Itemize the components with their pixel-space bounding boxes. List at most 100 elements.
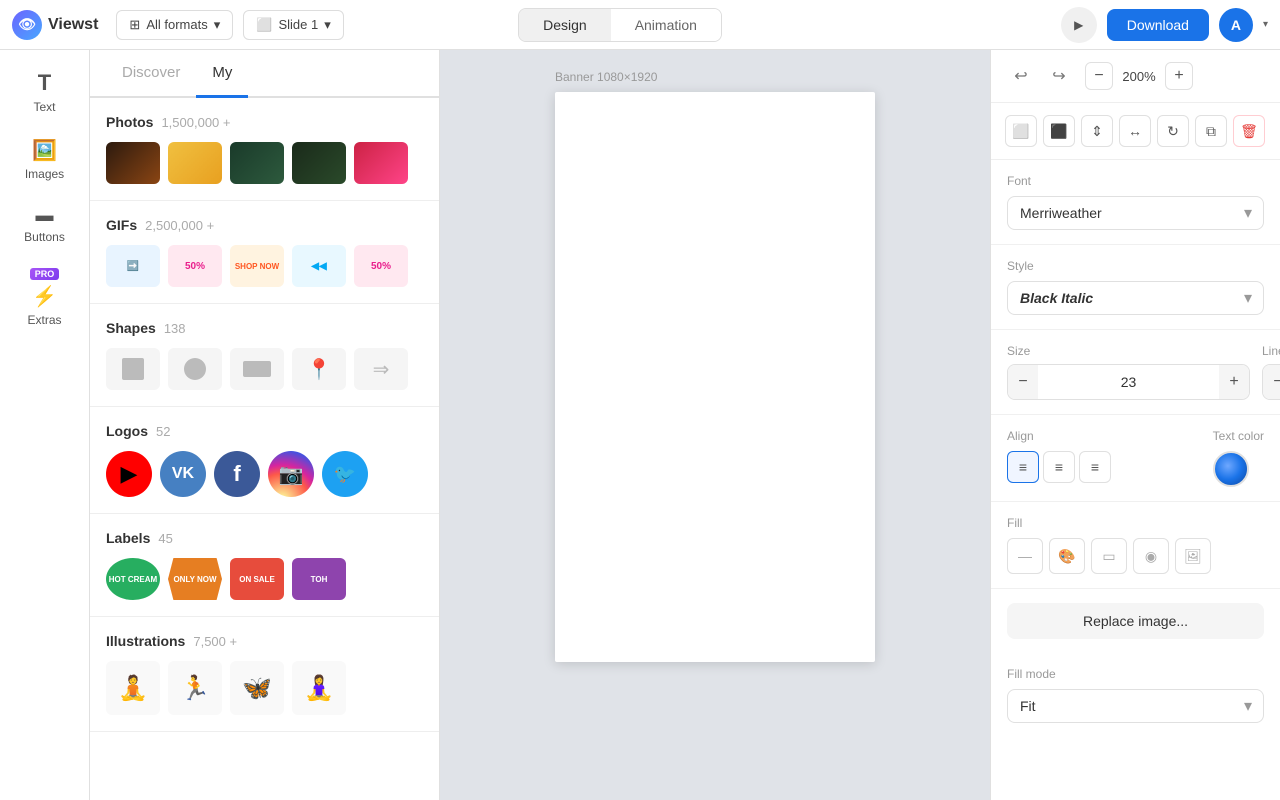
copy-button[interactable]: ⧉ <box>1195 115 1227 147</box>
zoom-in-button[interactable]: + <box>1165 62 1193 90</box>
fill-gradient-button[interactable]: ▭ <box>1091 538 1127 574</box>
illus-thumb-2[interactable]: 🏃 <box>168 661 222 715</box>
label-thumb-1[interactable]: HOT CREAM <box>106 558 160 600</box>
photo-thumb-1[interactable] <box>106 142 160 184</box>
logo-twitter[interactable]: 🐦 <box>322 451 368 497</box>
tab-my[interactable]: My <box>196 50 248 98</box>
illus-thumb-1[interactable]: 🧘 <box>106 661 160 715</box>
gif-thumb-5[interactable]: 50% <box>354 245 408 287</box>
line-height-group: Line height − + <box>1262 344 1280 400</box>
align-color-section: Align ≡ ≡ ≡ Text color <box>991 415 1280 502</box>
text-color-picker[interactable] <box>1213 451 1249 487</box>
gif-thumb-4[interactable]: ◀◀ <box>292 245 346 287</box>
user-menu-chevron[interactable]: ▾ <box>1263 19 1268 30</box>
font-label: Font <box>1007 174 1264 188</box>
play-button[interactable]: ▶ <box>1061 7 1097 43</box>
illustrations-thumbs: 🧘 🏃 🦋 🧘‍♀️ <box>106 661 423 715</box>
shapes-section: Shapes 138 📍 ⇒ <box>90 304 439 407</box>
align-button[interactable]: ⇕ <box>1081 115 1113 147</box>
photo-thumb-5[interactable] <box>354 142 408 184</box>
size-minus-button[interactable]: − <box>1008 365 1038 399</box>
sidebar-item-buttons[interactable]: ▬ Buttons <box>7 195 83 254</box>
photo-thumb-4[interactable] <box>292 142 346 184</box>
text-color-group: Text color <box>1213 429 1264 487</box>
gifs-title: GIFs <box>106 217 137 233</box>
fill-mode-section: Fill mode Fit Fill Stretch Tile <box>991 653 1280 737</box>
tab-design[interactable]: Design <box>519 9 611 41</box>
size-group: Size − + <box>1007 344 1250 400</box>
grid-icon: ⊞ <box>129 17 140 33</box>
images-icon: 🖼️ <box>32 138 57 163</box>
illustrations-title: Illustrations <box>106 633 185 649</box>
label-thumb-4[interactable]: ТОН <box>292 558 346 600</box>
fill-radial-button[interactable]: ◉ <box>1133 538 1169 574</box>
illus-thumb-3[interactable]: 🦋 <box>230 661 284 715</box>
logos-header: Logos 52 <box>106 423 423 439</box>
align-group: Align ≡ ≡ ≡ <box>1007 429 1201 483</box>
sidebar-item-text[interactable]: T Text <box>7 60 83 124</box>
gifs-header: GIFs 2,500,000 + <box>106 217 423 233</box>
align-left-button[interactable]: ≡ <box>1007 451 1039 483</box>
fill-mode-select[interactable]: Fit Fill Stretch Tile <box>1007 689 1264 723</box>
shape-arrow[interactable]: ⇒ <box>354 348 408 390</box>
gif-thumb-2[interactable]: 50% <box>168 245 222 287</box>
logo-facebook[interactable]: f <box>214 451 260 497</box>
sidebar-item-images[interactable]: 🖼️ Images <box>7 128 83 191</box>
slide-button[interactable]: ⬜ Slide 1 ▾ <box>243 10 343 40</box>
pro-badge: PRO <box>30 268 60 280</box>
illus-thumb-4[interactable]: 🧘‍♀️ <box>292 661 346 715</box>
logo-youtube[interactable]: ▶ <box>106 451 152 497</box>
undo-button[interactable]: ↩ <box>1005 60 1037 92</box>
flip-button[interactable]: ↔ <box>1119 115 1151 147</box>
logo-vk[interactable]: VK <box>160 451 206 497</box>
shape-pin[interactable]: 📍 <box>292 348 346 390</box>
size-line-row: Size − + Line height − + <box>1007 344 1264 400</box>
assets-panel: Discover My Photos 1,500,000 + GIFs 2,50… <box>90 50 440 800</box>
replace-image-button[interactable]: Replace image... <box>1007 603 1264 639</box>
illustrations-section: Illustrations 7,500 + 🧘 🏃 🦋 🧘‍♀️ <box>90 617 439 732</box>
align-center-button[interactable]: ≡ <box>1043 451 1075 483</box>
size-section: Size − + Line height − + <box>991 330 1280 415</box>
shapes-header: Shapes 138 <box>106 320 423 336</box>
fill-none-button[interactable]: — <box>1007 538 1043 574</box>
fill-color-button[interactable]: 🎨 <box>1049 538 1085 574</box>
sidebar-item-extras[interactable]: PRO ⚡ Extras <box>7 258 83 337</box>
font-select[interactable]: Merriweather Arial Georgia <box>1007 196 1264 230</box>
download-button[interactable]: Download <box>1107 9 1209 41</box>
label-thumb-3[interactable]: ON SALE <box>230 558 284 600</box>
logo-icon: 👁 <box>12 10 42 40</box>
user-avatar[interactable]: A <box>1219 8 1253 42</box>
fill-mode-label: Fill mode <box>1007 667 1264 681</box>
zoom-value: 200% <box>1119 69 1159 84</box>
shape-circle[interactable] <box>168 348 222 390</box>
gif-thumb-3[interactable]: SHOP NOW <box>230 245 284 287</box>
fill-image-button[interactable]: 🖼 <box>1175 538 1211 574</box>
style-select[interactable]: Black Italic Regular Bold Italic <box>1007 281 1264 315</box>
topbar: 👁 Viewst ⊞ All formats ▾ ⬜ Slide 1 ▾ Des… <box>0 0 1280 50</box>
photo-thumb-2[interactable] <box>168 142 222 184</box>
gif-thumb-1[interactable]: ➡️ <box>106 245 160 287</box>
zoom-out-button[interactable]: − <box>1085 62 1113 90</box>
move-back-button[interactable]: ⬜ <box>1005 115 1037 147</box>
style-select-wrapper: Black Italic Regular Bold Italic <box>1007 281 1264 315</box>
canvas-slide[interactable] <box>555 92 875 662</box>
format-button[interactable]: ⊞ All formats ▾ <box>116 10 233 40</box>
photo-thumb-3[interactable] <box>230 142 284 184</box>
logo-instagram[interactable]: 📷 <box>268 451 314 497</box>
shape-rect[interactable] <box>230 348 284 390</box>
redo-button[interactable]: ↪ <box>1043 60 1075 92</box>
delete-button[interactable]: 🗑 <box>1233 115 1265 147</box>
tab-discover[interactable]: Discover <box>106 50 196 98</box>
align-right-button[interactable]: ≡ <box>1079 451 1111 483</box>
line-height-label: Line height <box>1262 344 1280 358</box>
rotate-button[interactable]: ↻ <box>1157 115 1189 147</box>
logos-count: 52 <box>156 424 170 439</box>
tab-animation[interactable]: Animation <box>611 9 721 41</box>
move-front-button[interactable]: ⬛ <box>1043 115 1075 147</box>
shapes-title: Shapes <box>106 320 156 336</box>
size-value[interactable] <box>1038 374 1219 390</box>
size-plus-button[interactable]: + <box>1219 365 1249 399</box>
lh-minus-button[interactable]: − <box>1263 365 1280 399</box>
shape-square[interactable] <box>106 348 160 390</box>
label-thumb-2[interactable]: ONLY NOW <box>168 558 222 600</box>
